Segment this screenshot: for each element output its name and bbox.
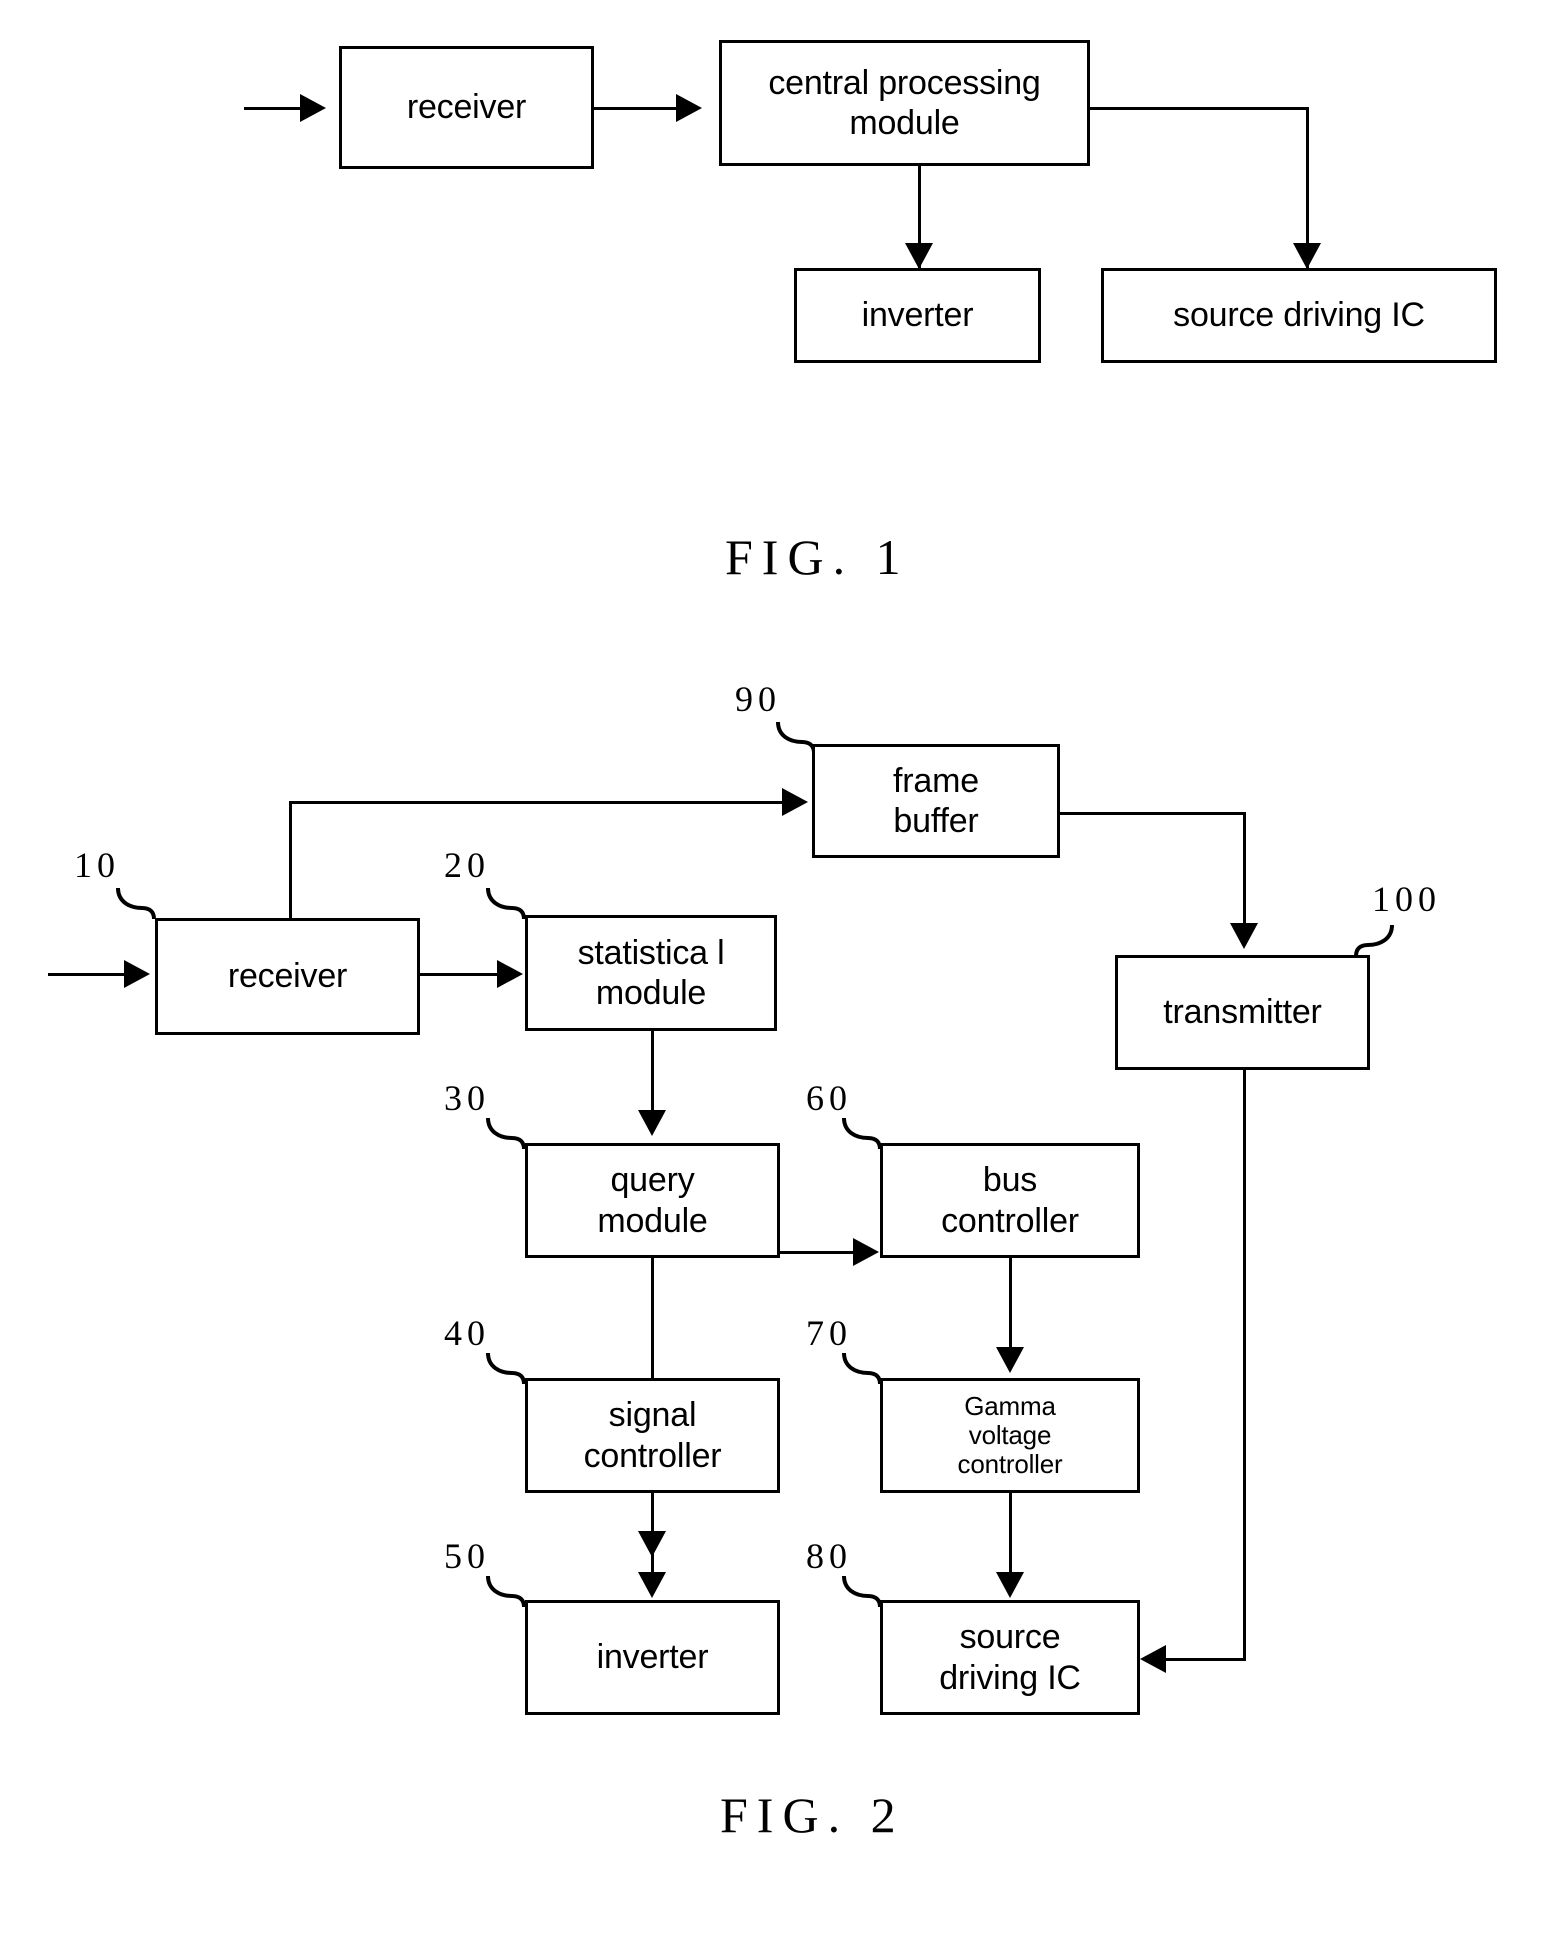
fig2-receiver-block: receiver [155, 918, 420, 1035]
fig2-bus-controller-block: bus controller [880, 1143, 1140, 1258]
fig2-ref-10: 10 [74, 845, 120, 885]
fig2-receiver-to-framebuffer-arrowhead [782, 788, 808, 816]
fig2-signal-to-inverter-arrowhead [638, 1572, 666, 1598]
fig2-input-arrowhead [124, 960, 150, 988]
fig2-query-module-label: query module [597, 1161, 708, 1240]
fig2-receiver-to-statistical-line [420, 973, 498, 976]
fig2-signal-controller-label: signal controller [583, 1396, 722, 1475]
fig2-inverter-label: inverter [596, 1638, 709, 1677]
fig2-statistical-module-block: statistica l module [525, 915, 777, 1031]
fig2-framebuffer-to-transmitter-vline [1243, 812, 1246, 925]
fig2-ref-90: 90 [735, 679, 781, 719]
fig2-inverter-block: inverter [525, 1600, 780, 1715]
fig2-gamma-to-source-line [1009, 1493, 1012, 1573]
fig1-source-driving-ic-block: source driving IC [1101, 268, 1497, 363]
fig2-ref-80: 80 [806, 1536, 852, 1576]
fig2-gamma-voltage-controller-label: Gamma voltage controller [957, 1390, 1063, 1480]
fig1-inverter-block: inverter [794, 268, 1041, 363]
fig2-source-driving-ic-block: source driving IC [880, 1600, 1140, 1715]
fig2-framebuffer-to-transmitter-arrowhead [1230, 923, 1258, 949]
fig2-receiver-to-framebuffer-hline [289, 801, 784, 804]
fig2-transmitter-to-source-hline [1166, 1658, 1246, 1661]
fig1-cpm-to-inverter-arrowhead [905, 243, 933, 269]
fig2-ref-100-leader [1348, 923, 1394, 957]
fig2-gamma-to-source-arrowhead [996, 1572, 1024, 1598]
fig2-receiver-label: receiver [227, 957, 348, 996]
fig1-central-processing-module-block: central processing module [719, 40, 1090, 166]
fig2-ref-50: 50 [444, 1536, 490, 1576]
fig2-statistical-to-query-line [651, 1031, 654, 1111]
fig2-transmitter-block: transmitter [1115, 955, 1370, 1070]
fig1-caption: FIG. 1 [725, 529, 910, 585]
fig2-ref-30: 30 [444, 1078, 490, 1118]
fig2-bus-to-gamma-arrowhead [996, 1347, 1024, 1373]
fig1-source-driving-ic-label: source driving IC [1173, 296, 1425, 335]
fig2-query-module-block: query module [525, 1143, 780, 1258]
fig2-query-to-bus-line [780, 1251, 856, 1254]
fig2-receiver-to-statistical-arrowhead [497, 960, 523, 988]
fig1-cpm-to-sdic-hline [1090, 107, 1309, 110]
fig2-caption: FIG. 2 [720, 1787, 905, 1843]
fig2-gamma-voltage-controller-block: Gamma voltage controller [880, 1378, 1140, 1493]
fig2-ref-100: 100 [1372, 879, 1441, 919]
fig2-ref-40: 40 [444, 1313, 490, 1353]
fig2-ref-10-leader [116, 886, 162, 920]
fig1-receiver-block: receiver [339, 46, 594, 169]
fig2-query-to-bus-arrowhead [853, 1238, 879, 1266]
fig2-receiver-to-framebuffer-vline [289, 801, 292, 918]
fig2-framebuffer-to-transmitter-hline [1060, 812, 1246, 815]
fig1-inverter-label: inverter [861, 296, 974, 335]
fig1-cpm-label: central processing module [768, 63, 1041, 142]
fig2-ref-70: 70 [806, 1313, 852, 1353]
fig2-statistical-to-query-arrowhead [638, 1110, 666, 1136]
fig2-ref-20: 20 [444, 845, 490, 885]
fig2-bus-controller-label: bus controller [941, 1161, 1079, 1240]
fig2-transmitter-to-source-vline [1243, 1070, 1246, 1661]
fig2-ref-60: 60 [806, 1078, 852, 1118]
fig2-signal-controller-block: signal controller [525, 1378, 780, 1493]
fig2-transmitter-to-source-arrowhead [1140, 1645, 1166, 1673]
fig1-input-arrowhead [300, 94, 326, 122]
fig1-cpm-to-sdic-arrowhead [1293, 243, 1321, 269]
fig1-receiver-to-cpm-arrowhead [676, 94, 702, 122]
fig2-bus-to-gamma-line [1009, 1258, 1012, 1348]
fig1-receiver-label: receiver [406, 88, 527, 127]
fig1-input-line [244, 107, 302, 110]
fig2-frame-buffer-block: frame buffer [812, 744, 1060, 858]
patent-figure-sheet: receiver central processing module inver… [0, 0, 1558, 1945]
fig1-receiver-to-cpm-line [594, 107, 678, 110]
fig2-frame-buffer-label: frame buffer [893, 761, 979, 840]
fig2-source-driving-ic-label: source driving IC [939, 1618, 1081, 1697]
fig2-input-line [48, 973, 128, 976]
fig2-statistical-module-label: statistica l module [577, 933, 725, 1012]
fig2-signal-to-inverter-line [651, 1493, 654, 1573]
fig2-transmitter-label: transmitter [1163, 993, 1322, 1032]
